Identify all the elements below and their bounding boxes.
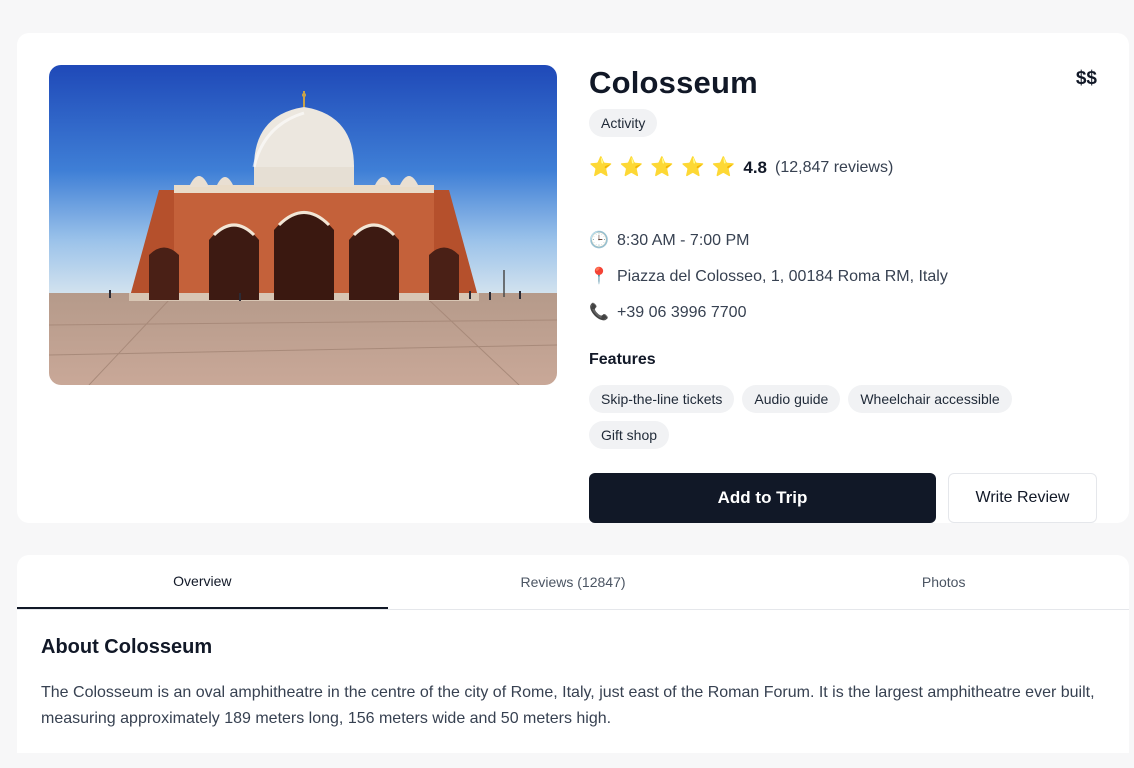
write-review-button[interactable]: Write Review	[948, 473, 1097, 523]
star-icon: ⭐	[619, 157, 644, 178]
tab-bar: Overview Reviews (12847) Photos	[17, 555, 1129, 610]
phone-text[interactable]: +39 06 3996 7700	[617, 304, 746, 322]
feature-chip: Skip-the-line tickets	[589, 385, 735, 413]
star-icon: ⭐	[681, 157, 705, 178]
details-tabs-panel: Overview Reviews (12847) Photos About Co…	[17, 555, 1129, 753]
address-row: 📍 Piazza del Colosseo, 1, 00184 Roma RM,…	[589, 265, 948, 289]
place-info: Colosseum $$ Activity ⭐ ⭐ ⭐ ⭐ ⭐ 4.8 (12,…	[589, 65, 1097, 523]
price-level: $$	[1075, 68, 1097, 89]
feature-chip: Gift shop	[589, 421, 670, 449]
features-heading: Features	[589, 351, 656, 368]
tab-reviews[interactable]: Reviews (12847)	[388, 555, 759, 609]
hours-row: 🕒 8:30 AM - 7:00 PM	[589, 229, 750, 253]
place-title: Colosseum	[589, 65, 758, 100]
features-list: Skip-the-line tickets Audio guide Wheelc…	[589, 385, 1097, 449]
about-heading: About Colosseum	[41, 636, 213, 658]
rating-value: 4.8	[743, 158, 767, 177]
star-icon: ⭐	[650, 157, 675, 178]
hours-text: 8:30 AM - 7:00 PM	[617, 232, 750, 249]
clock-icon: 🕒	[589, 232, 609, 249]
address-text: Piazza del Colosseo, 1, 00184 Roma RM, I…	[617, 268, 948, 285]
feature-chip: Wheelchair accessible	[848, 385, 1012, 413]
tab-photos[interactable]: Photos	[758, 555, 1129, 609]
phone-icon: 📞	[589, 304, 609, 321]
add-to-trip-button[interactable]: Add to Trip	[589, 473, 936, 523]
about-description: The Colosseum is an oval amphitheatre in…	[41, 684, 1095, 727]
star-icon: ⭐	[711, 157, 736, 178]
phone-row: 📞 +39 06 3996 7700	[589, 301, 746, 325]
rating-row: ⭐ ⭐ ⭐ ⭐ ⭐ 4.8 (12,847 reviews)	[589, 156, 893, 180]
pin-icon: 📍	[589, 268, 609, 285]
place-detail-card: Colosseum $$ Activity ⭐ ⭐ ⭐ ⭐ ⭐ 4.8 (12,…	[17, 33, 1129, 523]
tab-overview[interactable]: Overview	[17, 555, 388, 609]
category-badge: Activity	[589, 109, 658, 137]
place-photo[interactable]	[49, 65, 557, 385]
review-count: (12,847 reviews)	[775, 159, 894, 176]
star-icon: ⭐	[589, 157, 613, 178]
feature-chip: Audio guide	[742, 385, 841, 413]
